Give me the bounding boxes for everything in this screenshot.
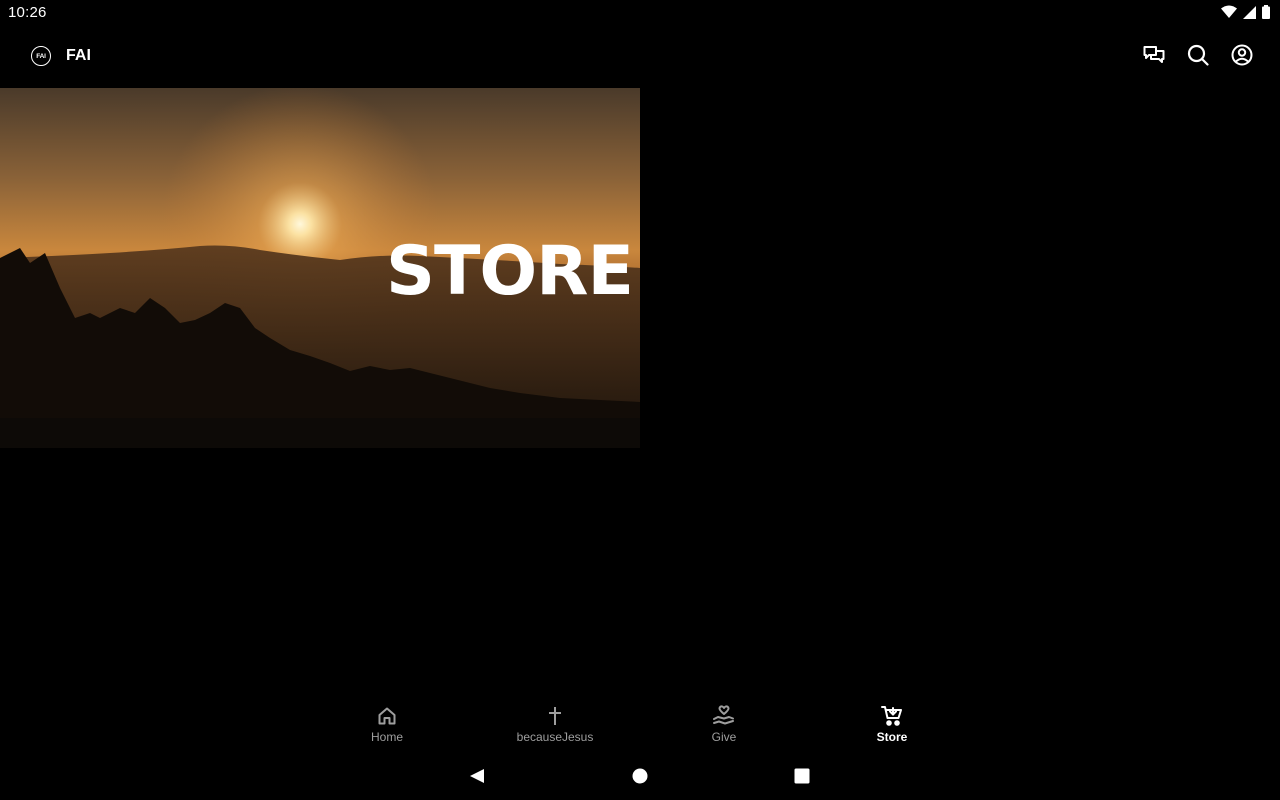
app-bar: FAI FAI	[0, 26, 1280, 88]
nav-label-becausejesus: becauseJesus	[516, 730, 594, 744]
cart-icon	[881, 704, 903, 728]
back-icon[interactable]	[469, 768, 485, 789]
search-icon[interactable]	[1186, 43, 1210, 67]
nav-item-home[interactable]: Home	[327, 704, 447, 744]
app-title: FAI	[66, 47, 91, 64]
app-logo-text: FAI	[36, 52, 46, 60]
store-hero-banner[interactable]: STORE	[0, 88, 640, 448]
nav-item-store[interactable]: Store	[832, 704, 952, 744]
nav-item-becausejesus[interactable]: becauseJesus	[495, 704, 615, 744]
bottom-navigation: Home becauseJesus Give Store	[0, 700, 1280, 752]
recents-icon[interactable]	[794, 768, 810, 789]
signal-icon	[1243, 5, 1256, 24]
battery-icon	[1262, 5, 1270, 24]
app-logo[interactable]: FAI	[31, 46, 51, 66]
app-actions	[1142, 43, 1254, 67]
status-icons	[1221, 5, 1270, 24]
account-icon[interactable]	[1230, 43, 1254, 67]
system-navigation-bar	[0, 752, 1280, 800]
status-time: 10:26	[8, 4, 47, 21]
status-bar: 10:26	[0, 0, 1280, 26]
home-button-icon[interactable]	[632, 768, 648, 789]
nav-label-give: Give	[711, 730, 737, 744]
nav-label-store: Store	[876, 730, 908, 744]
wifi-icon	[1221, 5, 1237, 24]
nav-item-give[interactable]: Give	[664, 704, 784, 744]
cross-icon	[547, 704, 563, 728]
hero-title: STORE	[386, 232, 634, 311]
nav-label-home: Home	[370, 730, 403, 744]
give-hand-heart-icon	[712, 704, 736, 728]
chat-icon[interactable]	[1142, 43, 1166, 67]
home-icon	[377, 704, 397, 728]
